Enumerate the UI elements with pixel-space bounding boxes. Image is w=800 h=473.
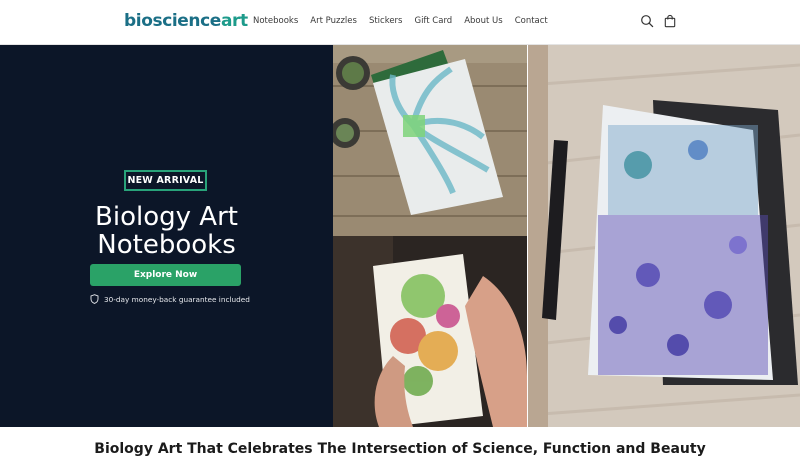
nav-item-contact[interactable]: Contact bbox=[515, 16, 548, 26]
hero-title: Biology Art Notebooks bbox=[0, 203, 333, 259]
main-nav: Notebooks Art Puzzles Stickers Gift Card… bbox=[253, 16, 548, 26]
nav-item-about-us[interactable]: About Us bbox=[464, 16, 502, 26]
guarantee-note: 30-day money-back guarantee included bbox=[90, 294, 250, 304]
brand-logo-part2: art bbox=[220, 11, 248, 31]
new-arrival-badge: NEW ARRIVAL bbox=[124, 170, 207, 191]
nav-item-stickers[interactable]: Stickers bbox=[369, 16, 403, 26]
notebook-photo-hands bbox=[333, 236, 527, 427]
shield-icon bbox=[90, 294, 99, 304]
site-header: bioscienceart Notebooks Art Puzzles Stic… bbox=[0, 0, 800, 45]
explore-now-button[interactable]: Explore Now bbox=[90, 264, 241, 286]
nav-item-gift-card[interactable]: Gift Card bbox=[414, 16, 452, 26]
brand-logo-part1: bioscience bbox=[124, 11, 221, 31]
guarantee-text: 30-day money-back guarantee included bbox=[104, 294, 250, 304]
notebook-photo-blanket bbox=[528, 45, 800, 427]
brand-logo[interactable]: bioscienceart bbox=[124, 11, 248, 31]
nav-item-art-puzzles[interactable]: Art Puzzles bbox=[310, 16, 357, 26]
notebook-photo-flower bbox=[333, 45, 527, 236]
bag-icon[interactable] bbox=[663, 14, 677, 28]
search-icon[interactable] bbox=[640, 14, 654, 28]
hero-title-line1: Biology Art bbox=[95, 202, 238, 232]
hero-title-line2: Notebooks bbox=[97, 230, 236, 260]
tagline-heading: Biology Art That Celebrates The Intersec… bbox=[94, 441, 706, 457]
nav-item-notebooks[interactable]: Notebooks bbox=[253, 16, 298, 26]
